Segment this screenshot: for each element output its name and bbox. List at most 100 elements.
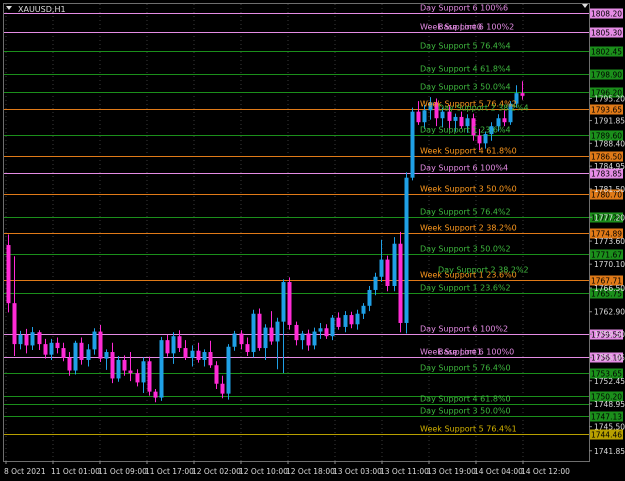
level-label: Day Support 6 100%2 (420, 325, 508, 334)
candle-body (281, 282, 286, 322)
candle-body (226, 346, 231, 394)
candle-body (141, 361, 146, 383)
y-tick-label: 1759.50 (594, 330, 625, 339)
candle-body (18, 334, 23, 345)
candle-body (202, 352, 207, 360)
level-label: Week Support 5 76.4%1 (420, 425, 517, 434)
candle-body (232, 333, 237, 347)
candle-body (183, 348, 188, 358)
candle-body (159, 340, 164, 398)
candle-body (410, 111, 415, 178)
candle (410, 107, 415, 181)
candle (251, 309, 256, 358)
level-label: Week Support 4 61.8%0 (420, 147, 517, 156)
candle-body (257, 313, 262, 349)
symbol-label: XAUUSD,H1 (18, 5, 66, 14)
y-tick-label: 1781.50 (594, 185, 625, 194)
candle (73, 340, 78, 375)
x-tick-label: 12 Oct 18:00 (286, 467, 335, 476)
candle-body (294, 324, 299, 341)
candle-body (147, 361, 152, 392)
x-tick-label: 12 Oct 02:00 (192, 467, 241, 476)
x-tick-label: 13 Oct 11:00 (380, 467, 429, 476)
candle-body (190, 350, 195, 358)
x-tick-label: 13 Oct 19:00 (427, 467, 476, 476)
candle (385, 255, 390, 292)
candle-body (318, 328, 323, 332)
candle-body (153, 391, 158, 398)
candle-body (104, 352, 109, 359)
level-label: Day Support 3 50.0%4 (420, 83, 511, 92)
price-tag-label: 1771.67 (591, 251, 622, 260)
candle-body (43, 344, 48, 355)
price-chart[interactable]: Day Support 6 100%6Week Support 6 100%2D… (0, 0, 625, 481)
candle-body (116, 359, 121, 379)
level-label: Day Support 3 50.0%2 (420, 245, 511, 254)
candle (287, 277, 292, 330)
level-label: Day Support 4 61.8%4 (420, 65, 511, 74)
candle (6, 234, 11, 313)
overlay-label: Base Line1 (438, 348, 482, 357)
candle-body (404, 177, 409, 323)
candle-body (128, 370, 133, 374)
candle-body (177, 336, 182, 349)
candle-body (61, 348, 66, 358)
candle-body (416, 111, 421, 123)
candle-body (483, 134, 488, 144)
level-label: Day Support 6 100%4 (420, 164, 508, 173)
candle-body (196, 350, 201, 360)
candle-body (312, 331, 317, 346)
candle-body (392, 243, 397, 286)
candle-body (520, 93, 525, 96)
candle-body (300, 333, 305, 341)
x-tick-label: 11 Oct 09:00 (98, 467, 147, 476)
price-tag-label: 1802.45 (591, 48, 622, 57)
candle-body (79, 342, 84, 360)
price-tag-label: 1793.65 (591, 106, 622, 115)
candle-body (385, 259, 390, 286)
price-tag-label: 1744.46 (591, 431, 622, 440)
candle-body (73, 342, 78, 371)
candle-body (251, 313, 256, 353)
candle-body (361, 305, 366, 314)
candle-body (86, 349, 91, 360)
candle-body (269, 327, 274, 342)
chart-background (0, 0, 625, 481)
candle-body (447, 111, 452, 121)
candle-body (373, 276, 378, 290)
x-tick-label: 12 Oct 10:00 (239, 467, 288, 476)
candle-body (55, 342, 60, 349)
candle-body (330, 317, 335, 337)
candle-body (422, 110, 427, 123)
candle-body (49, 342, 54, 355)
x-tick-label: 13 Oct 03:00 (333, 467, 382, 476)
level-label: Day Support 3 50.0%0 (420, 407, 511, 416)
y-tick-label: 1788.40 (594, 139, 625, 148)
overlay-label: Day Support 2 38.2%4 (438, 104, 529, 113)
overlay-label: Day Support 2 38.2%2 (438, 266, 529, 275)
candle-body (171, 336, 176, 354)
y-tick-label: 1784.95 (594, 162, 625, 171)
candle-body (24, 334, 29, 346)
candle (257, 308, 262, 351)
level-label: Day Support 5 76.4%2 (420, 208, 511, 217)
y-tick-label: 1770.10 (594, 260, 625, 269)
price-tag-label: 1747.13 (591, 413, 622, 422)
y-tick-label: 1752.45 (594, 377, 625, 386)
candle-body (287, 282, 292, 325)
candle-body (37, 332, 42, 345)
candle-body (379, 259, 384, 277)
candle-body (239, 333, 244, 345)
y-tick-label: 1795.20 (594, 94, 625, 103)
y-tick-label: 1748.95 (594, 400, 625, 409)
candle-body (367, 289, 372, 306)
price-tag-label: 1808.20 (591, 10, 622, 19)
level-label: Day Support 4 61.8%0 (420, 395, 511, 404)
candle-body (440, 111, 445, 119)
candle-body (214, 365, 219, 384)
candle (404, 172, 409, 334)
candle-body (349, 315, 354, 325)
candle (147, 356, 152, 396)
price-tag-label: 1786.50 (591, 153, 622, 162)
candle-body (165, 340, 170, 354)
